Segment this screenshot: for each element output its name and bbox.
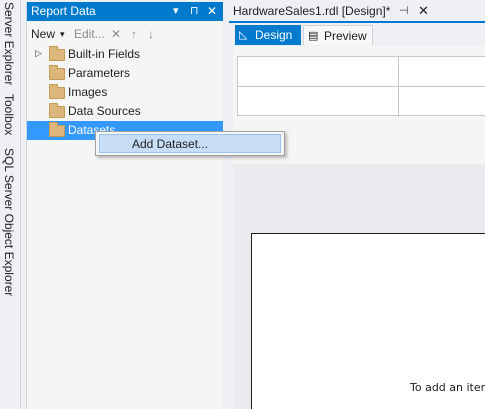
report-designer: HardwareSales1.rdl [Design]* ⊣ ✕ ◺ Desig… <box>229 0 485 409</box>
folder-icon <box>49 103 65 118</box>
report-data-panel: Report Data ▾ ⊓ ✕ New ▾ Edit... ✕ ↑ ↓ ▷ … <box>26 2 224 409</box>
folder-icon <box>49 84 65 99</box>
delete-icon[interactable]: ✕ <box>111 27 121 41</box>
tab-toolbox[interactable]: Toolbox <box>2 94 18 138</box>
tool-window-strip: Server Explorer Toolbox SQL Server Objec… <box>0 0 21 409</box>
tree-item-data-sources[interactable]: Data Sources <box>27 102 224 121</box>
preview-page-icon: ▤ <box>308 30 319 42</box>
report-body-region: To add an item <box>233 164 485 409</box>
edit-button[interactable]: Edit... <box>74 27 105 41</box>
tree-item-parameters[interactable]: Parameters <box>27 64 224 83</box>
design-surface: To add an item <box>233 46 485 409</box>
menu-item-label: Add Dataset... <box>132 137 209 151</box>
move-up-icon[interactable]: ↑ <box>131 27 137 41</box>
folder-icon <box>49 65 65 80</box>
move-down-icon[interactable]: ↓ <box>148 27 154 41</box>
context-menu: Add Dataset... <box>95 131 285 156</box>
tree-item-built-in-fields[interactable]: ▷ Built-in Fields <box>27 45 224 64</box>
panel-dropdown-icon[interactable]: ▾ <box>173 4 179 18</box>
new-button[interactable]: New <box>31 27 55 41</box>
panel-close-icon[interactable]: ✕ <box>207 4 217 18</box>
expand-icon[interactable]: ▷ <box>35 48 42 59</box>
tab-sql-server-object-explorer[interactable]: SQL Server Object Explorer <box>2 148 18 298</box>
document-tab[interactable]: HardwareSales1.rdl [Design]* ⊣ ✕ <box>229 2 435 21</box>
tab-server-explorer-label: Server Explorer <box>2 2 16 86</box>
folder-icon <box>49 46 65 61</box>
tab-toolbox-label: Toolbox <box>2 94 16 136</box>
tree-item-label: Data Sources <box>68 104 141 118</box>
tree-item-images[interactable]: Images <box>27 83 224 102</box>
table-row-divider <box>238 86 485 87</box>
design-ruler-icon: ◺ <box>239 29 248 41</box>
tab-preview[interactable]: ▤ Preview <box>303 25 373 45</box>
report-data-toolbar: New ▾ Edit... ✕ ↑ ↓ <box>27 24 224 44</box>
tree-item-label: Parameters <box>68 66 131 80</box>
folder-icon <box>49 122 65 137</box>
panel-pin-icon[interactable]: ⊓ <box>190 4 199 18</box>
tab-server-explorer[interactable]: Server Explorer <box>2 2 18 90</box>
menu-item-add-dataset[interactable]: Add Dataset... <box>99 134 281 153</box>
document-tab-underline <box>229 21 485 23</box>
canvas-hint: To add an item <box>410 381 485 394</box>
panel-title-bar: Report Data ▾ ⊓ ✕ <box>27 2 224 21</box>
tab-preview-label: Preview <box>324 29 367 43</box>
document-pin-icon[interactable]: ⊣ <box>399 4 409 17</box>
design-preview-tabs: ◺ Design ▤ Preview <box>233 24 485 46</box>
tree-item-label: Images <box>68 85 108 99</box>
tab-design[interactable]: ◺ Design <box>235 25 301 45</box>
report-header-table[interactable] <box>237 56 485 117</box>
document-close-icon[interactable]: ✕ <box>418 3 429 19</box>
table-column-divider <box>398 57 399 117</box>
document-tab-title: HardwareSales1.rdl [Design]* <box>233 4 391 18</box>
new-dropdown-icon[interactable]: ▾ <box>60 29 65 40</box>
tree-item-label: Built-in Fields <box>68 47 141 61</box>
panel-title: Report Data <box>31 4 96 18</box>
report-body[interactable]: To add an item <box>251 233 485 409</box>
tab-design-label: Design <box>255 28 293 42</box>
tab-sql-server-object-explorer-label: SQL Server Object Explorer <box>2 148 16 297</box>
